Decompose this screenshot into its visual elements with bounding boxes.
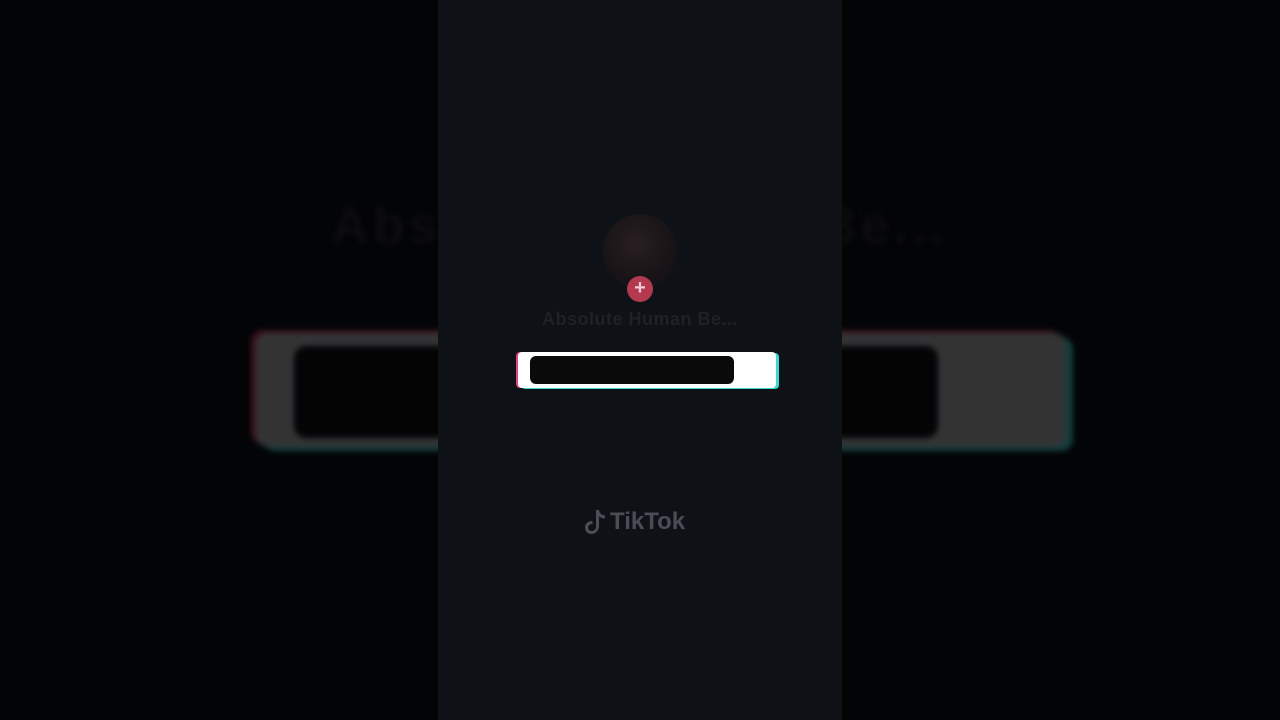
username: Absolute Human Be... (541, 309, 739, 329)
loading-progress-track (530, 356, 734, 384)
loading-progress-frame (518, 352, 776, 388)
brand-name: TikTok (610, 508, 686, 535)
video-frame: Absolute Human Be... + Absolute Human Be… (0, 0, 1280, 720)
tiktok-note-icon (584, 509, 606, 535)
follow-button[interactable]: + (627, 276, 653, 302)
phone-column: + Absolute Human Be... TikTok (438, 0, 842, 720)
tiktok-logo: TikTok (584, 508, 685, 536)
